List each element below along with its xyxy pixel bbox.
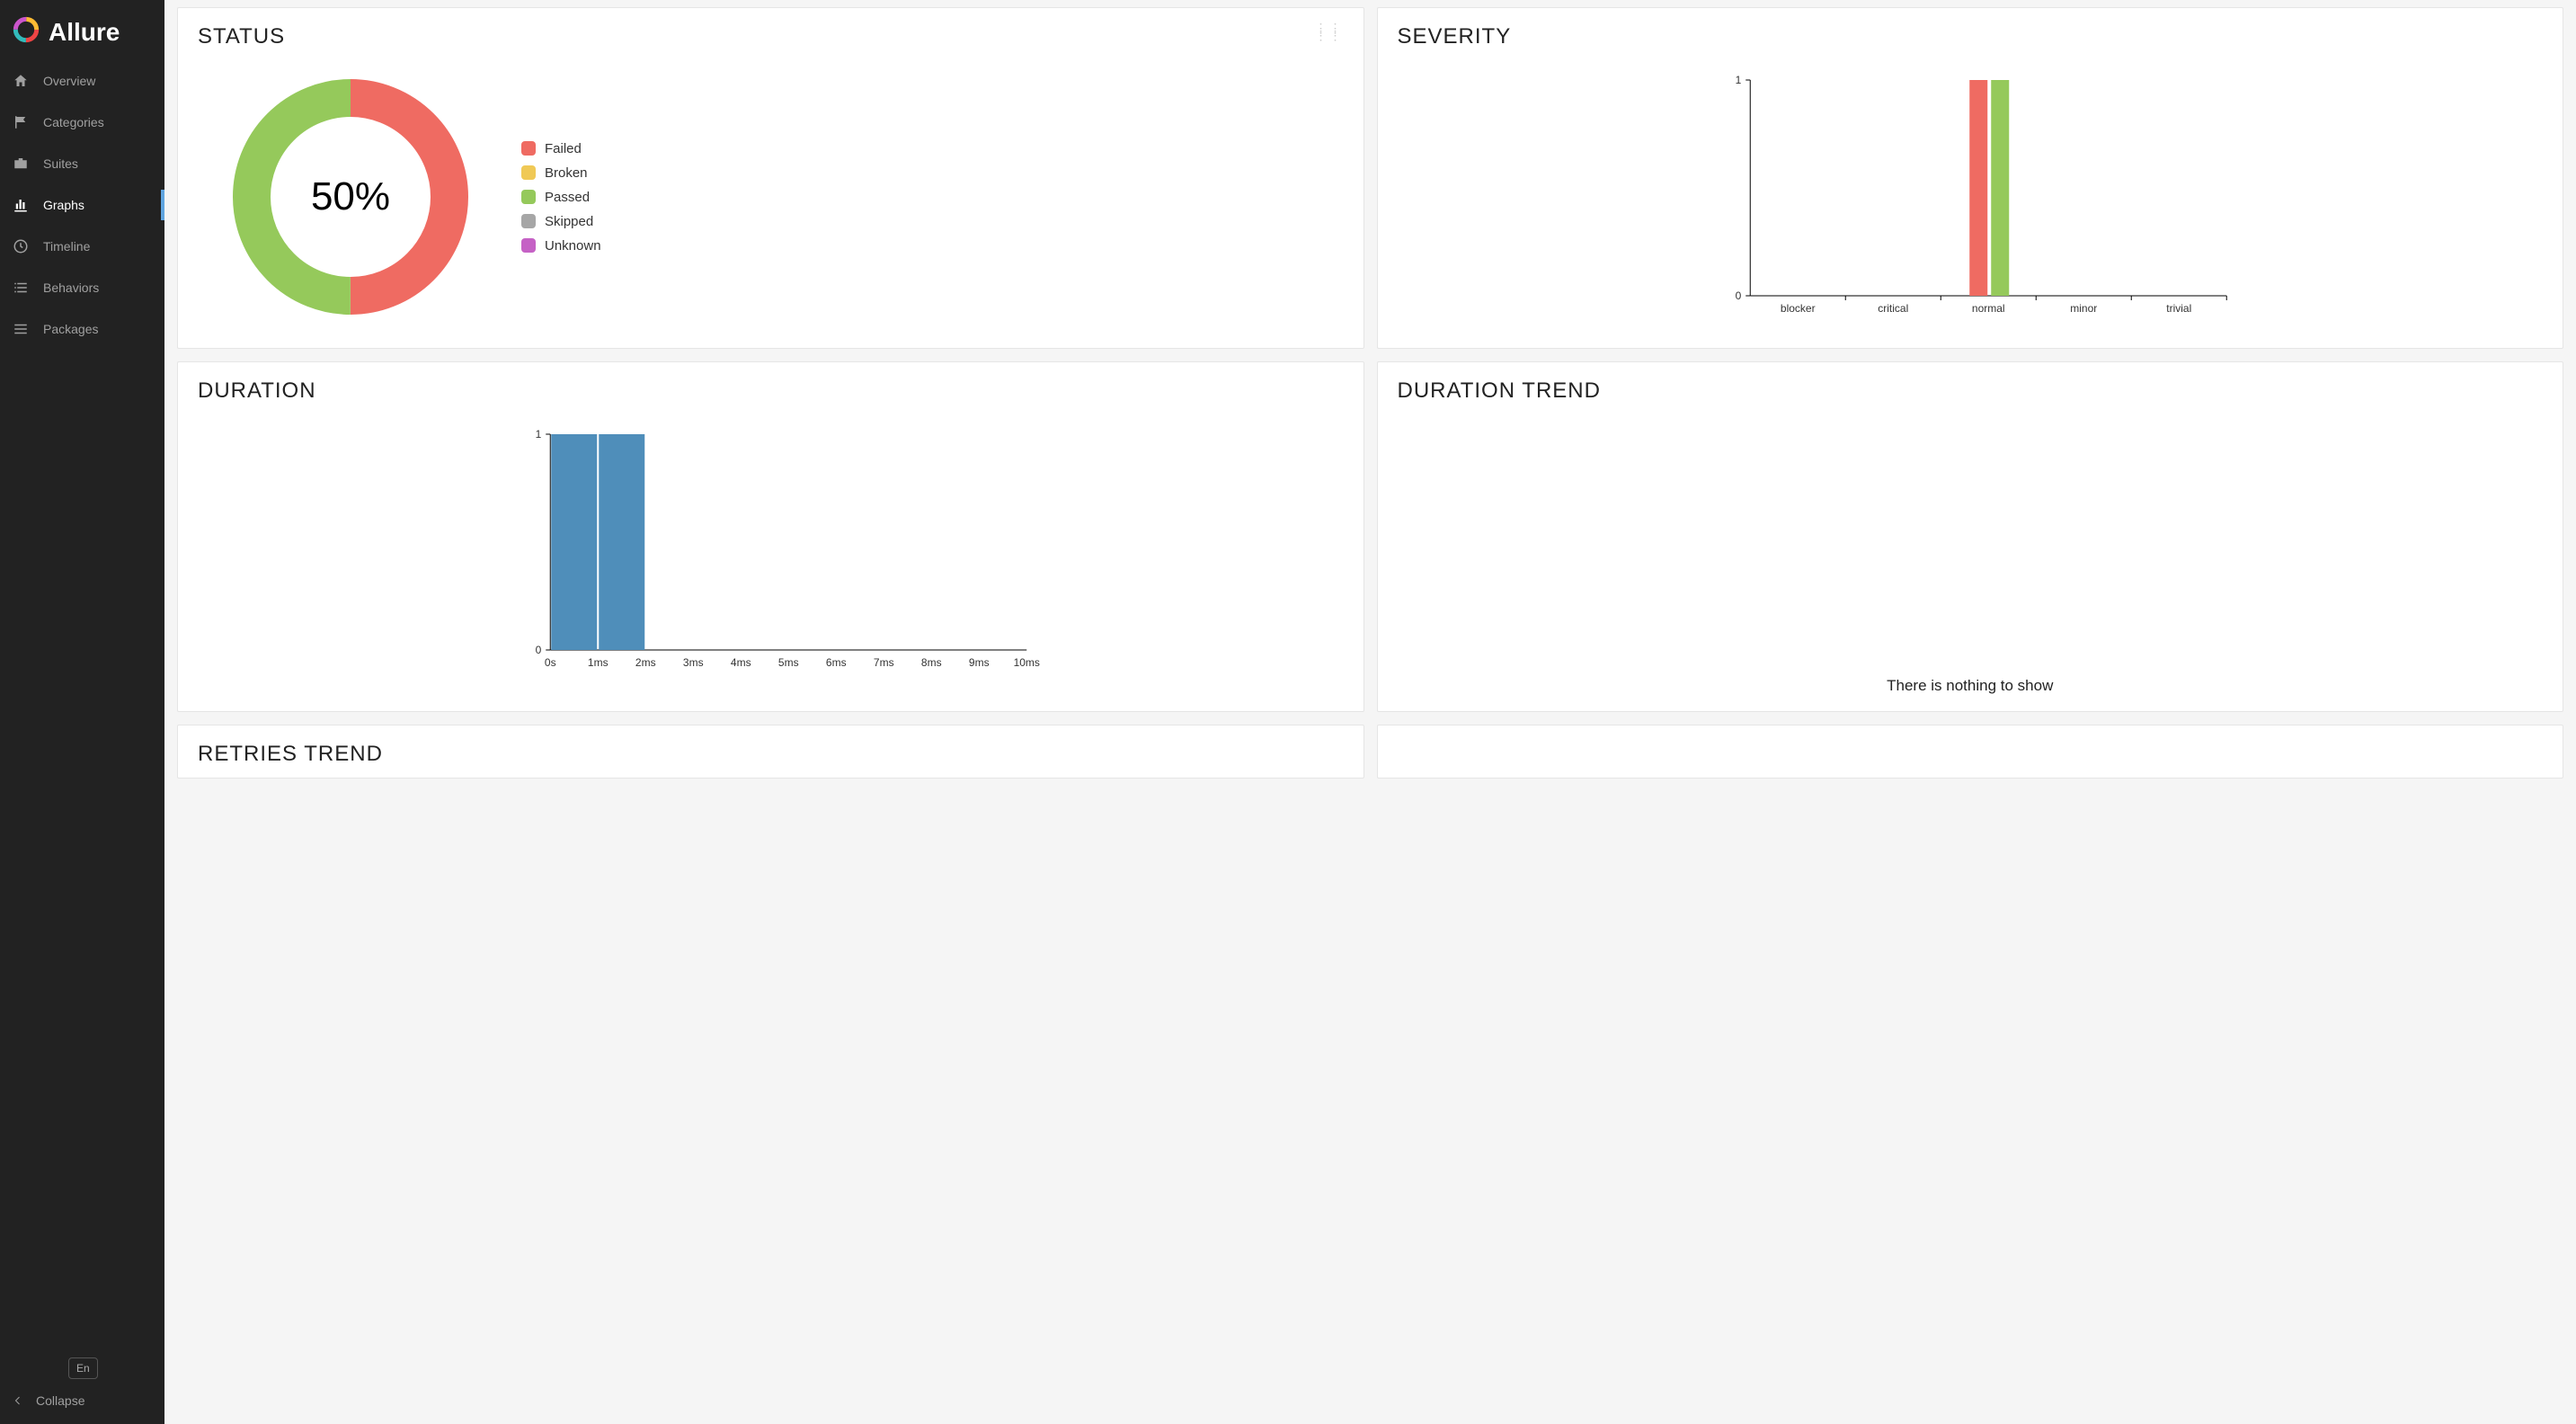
status-title: STATUS — [198, 24, 1344, 49]
axis-tick: 1 — [1735, 74, 1741, 86]
axis-tick: 10ms — [1014, 656, 1040, 669]
bar-chart-icon — [13, 197, 29, 213]
legend-item[interactable]: Failed — [521, 141, 601, 156]
sidebar-item-categories[interactable]: Categories — [0, 102, 164, 143]
legend-label: Failed — [545, 141, 582, 156]
axis-tick: 1 — [536, 428, 542, 441]
axis-tick: 0 — [536, 644, 542, 656]
empty-message: There is nothing to show — [1398, 416, 2544, 695]
x-ticks: 0s 1ms 2ms 3ms 4ms 5ms 6ms 7ms 8ms 9ms 1… — [545, 656, 1040, 669]
axis-tick: trivial — [2166, 302, 2191, 315]
duration-bar — [551, 434, 597, 650]
axis-tick: 3ms — [683, 656, 704, 669]
sidebar-item-overview[interactable]: Overview — [0, 60, 164, 102]
allure-logo-icon — [13, 16, 40, 48]
sidebar-item-label: Suites — [43, 156, 78, 171]
severity-bar-passed — [1991, 80, 2009, 296]
sidebar-item-label: Categories — [43, 115, 104, 129]
severity-card: SEVERITY 1 0 blocker critical normal min… — [1377, 7, 2564, 349]
flag-icon — [13, 114, 29, 130]
status-card: ⋮⋮⋮⋮ STATUS 50% Failed Broken Passed Ski… — [177, 7, 1364, 349]
axis-tick: 0 — [1735, 289, 1741, 302]
legend-item[interactable]: Broken — [521, 165, 601, 181]
status-donut-chart: 50% — [225, 71, 476, 323]
sidebar-footer: En Collapse — [0, 1348, 164, 1424]
legend-label: Unknown — [545, 238, 601, 254]
legend-item[interactable]: Passed — [521, 190, 601, 205]
sidebar-item-behaviors[interactable]: Behaviors — [0, 267, 164, 308]
severity-bar-chart: 1 0 blocker critical normal minor trivia… — [1398, 62, 2544, 323]
axis-tick: critical — [1878, 302, 1908, 315]
briefcase-icon — [13, 156, 29, 172]
sidebar-item-graphs[interactable]: Graphs — [0, 184, 164, 226]
sidebar-item-packages[interactable]: Packages — [0, 308, 164, 350]
axis-tick: normal — [1971, 302, 2004, 315]
axis-tick: 7ms — [874, 656, 894, 669]
sidebar-item-label: Timeline — [43, 239, 90, 254]
drag-handle-icon[interactable]: ⋮⋮⋮⋮ — [1315, 24, 1344, 39]
swatch-icon — [521, 165, 536, 180]
status-legend: Failed Broken Passed Skipped Unknown — [521, 141, 601, 254]
sidebar-item-suites[interactable]: Suites — [0, 143, 164, 184]
swatch-icon — [521, 214, 536, 228]
retries-trend-title: RETRIES TREND — [198, 742, 1344, 767]
axis-tick: 6ms — [826, 656, 847, 669]
list-icon — [13, 280, 29, 296]
duration-title: DURATION — [198, 378, 1344, 404]
axis-tick: blocker — [1780, 302, 1815, 315]
legend-label: Skipped — [545, 214, 593, 229]
duration-trend-card: DURATION TREND There is nothing to show — [1377, 361, 2564, 712]
duration-card: DURATION 1 0 0s 1ms 2ms 3ms 4ms 5ms 6ms … — [177, 361, 1364, 712]
duration-histogram: 1 0 0s 1ms 2ms 3ms 4ms 5ms 6ms 7ms 8ms 9… — [198, 416, 1344, 677]
sidebar-item-label: Graphs — [43, 198, 84, 212]
collapse-button[interactable]: Collapse — [13, 1393, 152, 1408]
axis-tick: 0s — [545, 656, 556, 669]
retries-trend-card: RETRIES TREND — [177, 725, 1364, 779]
collapse-label: Collapse — [36, 1393, 84, 1408]
severity-bar-failed — [1969, 80, 1987, 296]
swatch-icon — [521, 190, 536, 204]
legend-item[interactable]: Skipped — [521, 214, 601, 229]
status-center-label: 50% — [225, 71, 476, 323]
duration-trend-title: DURATION TREND — [1398, 378, 2544, 404]
layers-icon — [13, 321, 29, 337]
clock-icon — [13, 238, 29, 254]
language-button[interactable]: En — [68, 1357, 98, 1379]
main-content: ⋮⋮⋮⋮ STATUS 50% Failed Broken Passed Ski… — [164, 0, 2576, 1424]
categories-trend-card — [1377, 725, 2564, 779]
sidebar-nav: Overview Categories Suites Graphs Timeli… — [0, 60, 164, 1348]
legend-item[interactable]: Unknown — [521, 238, 601, 254]
chevron-left-icon — [13, 1395, 23, 1406]
swatch-icon — [521, 141, 536, 156]
sidebar-item-label: Behaviors — [43, 280, 99, 295]
legend-label: Passed — [545, 190, 590, 205]
axis-tick: 9ms — [969, 656, 990, 669]
swatch-icon — [521, 238, 536, 253]
sidebar-item-label: Overview — [43, 74, 95, 88]
axis-tick: 1ms — [588, 656, 608, 669]
home-icon — [13, 73, 29, 89]
brand-title: Allure — [49, 18, 120, 47]
duration-bar — [599, 434, 644, 650]
axis-tick: 8ms — [921, 656, 942, 669]
sidebar: Allure Overview Categories Suites Graphs… — [0, 0, 164, 1424]
severity-title: SEVERITY — [1398, 24, 2544, 49]
axis-tick: 4ms — [731, 656, 751, 669]
legend-label: Broken — [545, 165, 588, 181]
sidebar-item-label: Packages — [43, 322, 98, 336]
sidebar-item-timeline[interactable]: Timeline — [0, 226, 164, 267]
brand: Allure — [0, 0, 164, 60]
axis-tick: 5ms — [778, 656, 799, 669]
axis-tick: minor — [2070, 302, 2097, 315]
axis-tick: 2ms — [635, 656, 656, 669]
